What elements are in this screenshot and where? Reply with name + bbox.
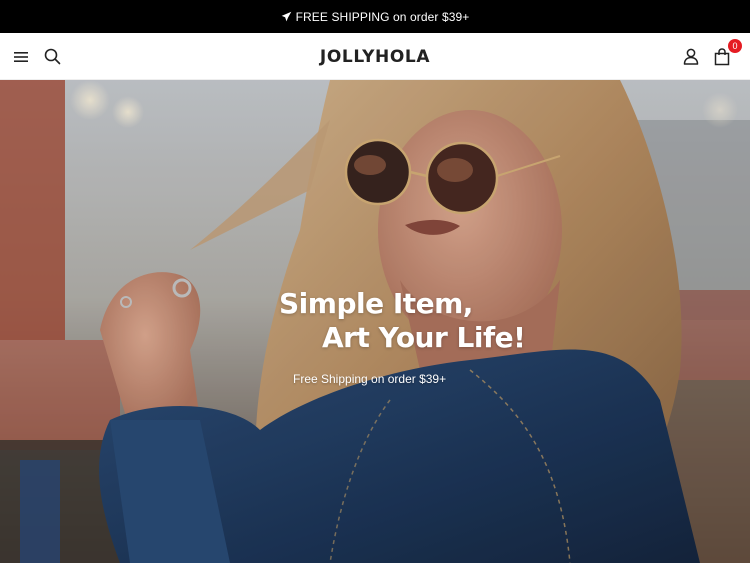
announcement-text: FREE SHIPPING on order $39+ — [295, 9, 470, 24]
site-header: JOLLYHOLA 0 — [0, 33, 750, 80]
cart-count-badge: 0 — [728, 39, 742, 53]
account-button[interactable] — [677, 33, 705, 80]
site-logo[interactable]: JOLLYHOLA — [0, 33, 750, 80]
hero-banner[interactable]: Simple Item, Art Your Life! Free Shippin… — [0, 80, 750, 563]
hero-title-line2: Art Your Life! — [322, 321, 526, 354]
hero-text: Simple Item, Art Your Life! Free Shippin… — [0, 80, 750, 563]
user-icon — [683, 48, 699, 65]
hero-title-line1: Simple Item, — [279, 287, 473, 320]
hero-subtitle: Free Shipping on order $39+ — [293, 372, 447, 386]
paper-plane-icon — [281, 11, 291, 22]
shopping-bag-icon — [714, 47, 730, 65]
cart-button[interactable]: 0 — [708, 33, 742, 80]
announcement-bar: FREE SHIPPING on order $39+ — [0, 0, 750, 33]
